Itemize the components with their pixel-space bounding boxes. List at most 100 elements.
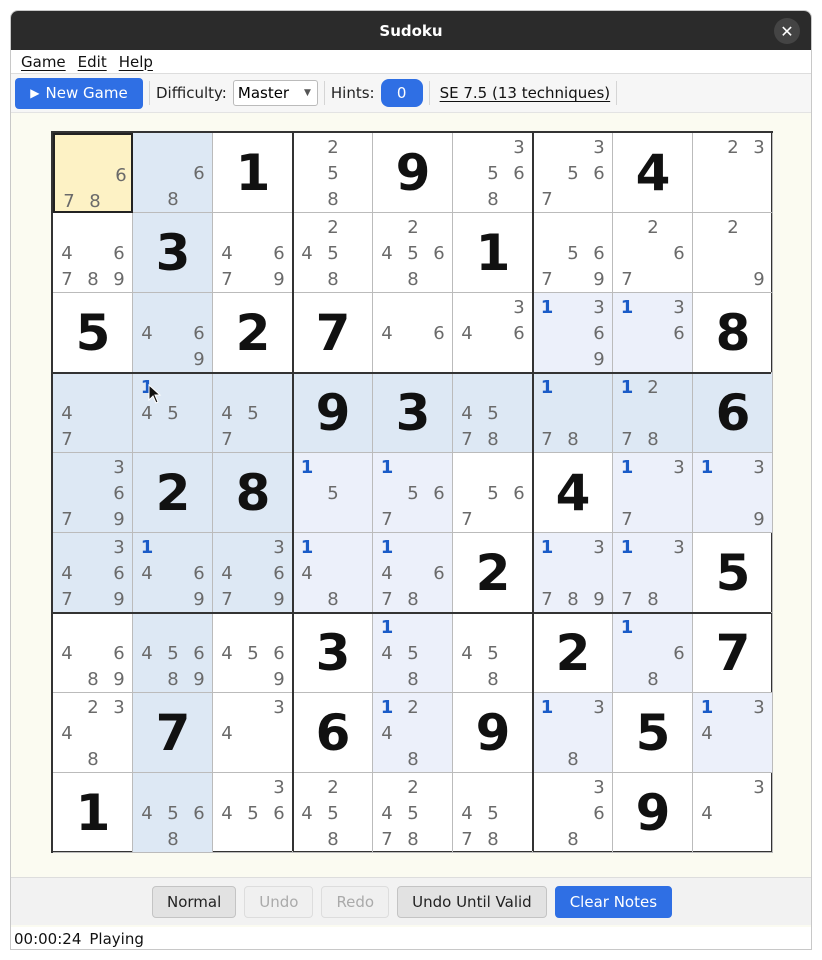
close-button[interactable]: ✕ [774, 18, 800, 44]
cell-r5c3[interactable]: 8 [213, 453, 293, 533]
cell-r2c4[interactable]: 245 8 [293, 213, 373, 293]
cell-r8c8[interactable]: 5 [613, 693, 693, 773]
cell-r1c4[interactable]: 2 5 8 [293, 133, 373, 213]
se-rating-link[interactable]: SE 7.5 (13 techniques) [440, 84, 611, 102]
cell-r9c5[interactable]: 24578 [373, 773, 453, 853]
cell-r4c9[interactable]: 6 [693, 373, 773, 453]
cell-r8c2[interactable]: 7 [133, 693, 213, 773]
undo-until-valid-button[interactable]: Undo Until Valid [397, 885, 547, 918]
menu-game[interactable]: Game [21, 53, 66, 71]
cell-r1c7[interactable]: 356 7 [533, 133, 613, 213]
cell-r4c3[interactable]: 457 [213, 373, 293, 453]
cell-r3c4[interactable]: 7 [293, 293, 373, 373]
undo-button[interactable]: Undo [244, 885, 314, 918]
cell-r6c9[interactable]: 5 [693, 533, 773, 613]
cell-r4c5[interactable]: 3 [373, 373, 453, 453]
difficulty-select[interactable]: Master ▼ [232, 80, 318, 106]
cell-r7c3[interactable]: 456 9 [213, 613, 293, 693]
cell-r7c5[interactable]: 1 45 8 [373, 613, 453, 693]
cell-r4c1[interactable]: 47 [53, 373, 133, 453]
cell-r9c3[interactable]: 3 456 [213, 773, 293, 853]
cell-r7c6[interactable]: 45 8 [453, 613, 533, 693]
cell-r2c7[interactable]: 56 7 9 [533, 213, 613, 293]
cell-r5c9[interactable]: 1 3 9 [693, 453, 773, 533]
cell-r5c1[interactable]: 3 6 7 9 [53, 453, 133, 533]
pencil-note: 7 [221, 588, 233, 610]
menu-edit[interactable]: Edit [78, 53, 107, 71]
cell-r3c6[interactable]: 3 4 6 [453, 293, 533, 373]
normal-mode-button[interactable]: Normal [151, 885, 237, 918]
pencil-note: 4 [461, 322, 473, 344]
cell-r4c7[interactable]: 1 78 [533, 373, 613, 453]
cell-r7c7[interactable]: 2 [533, 613, 613, 693]
cell-r9c1[interactable]: 1 [53, 773, 133, 853]
cell-r5c7[interactable]: 4 [533, 453, 613, 533]
redo-button[interactable]: Redo [321, 885, 390, 918]
cell-r9c9[interactable]: 34 [693, 773, 773, 853]
hints-button[interactable]: 0 [380, 79, 423, 107]
cell-r7c2[interactable]: 45689 [133, 613, 213, 693]
cell-r8c1[interactable]: 23 48 [53, 693, 133, 773]
cell-r2c2[interactable]: 3 [133, 213, 213, 293]
cell-r5c8[interactable]: 1 3 7 [613, 453, 693, 533]
cell-r7c8[interactable]: 1 68 [613, 613, 693, 693]
cell-r7c4[interactable]: 3 [293, 613, 373, 693]
cell-r8c4[interactable]: 6 [293, 693, 373, 773]
cell-r1c1[interactable]: 6 78 [53, 133, 133, 213]
cell-r2c5[interactable]: 24568 [373, 213, 453, 293]
cell-r4c6[interactable]: 4578 [453, 373, 533, 453]
cell-r4c2[interactable]: 145 [133, 373, 213, 453]
cell-r1c2[interactable]: 68 [133, 133, 213, 213]
cell-r3c8[interactable]: 1 3 6 [613, 293, 693, 373]
cell-value: 6 [315, 704, 351, 762]
cell-r3c5[interactable]: 46 [373, 293, 453, 373]
cell-r2c1[interactable]: 4 6 789 [53, 213, 133, 293]
cell-r1c9[interactable]: 23 [693, 133, 773, 213]
cell-r9c7[interactable]: 3 68 [533, 773, 613, 853]
cell-r6c3[interactable]: 3 4 6 7 9 [213, 533, 293, 613]
cell-r9c8[interactable]: 9 [613, 773, 693, 853]
cell-r6c8[interactable]: 1 3 78 [613, 533, 693, 613]
cell-r8c7[interactable]: 1 3 8 [533, 693, 613, 773]
cell-r3c9[interactable]: 8 [693, 293, 773, 373]
cell-r9c4[interactable]: 245 8 [293, 773, 373, 853]
cell-r5c5[interactable]: 1567 [373, 453, 453, 533]
clear-notes-button[interactable]: Clear Notes [554, 885, 673, 918]
menu-help[interactable]: Help [119, 53, 153, 71]
cell-r5c6[interactable]: 56 7 [453, 453, 533, 533]
cell-r3c7[interactable]: 1 3 6 9 [533, 293, 613, 373]
new-game-button[interactable]: ▶ New Game [15, 77, 143, 109]
cell-r2c3[interactable]: 4 6 7 9 [213, 213, 293, 293]
cell-r8c6[interactable]: 9 [453, 693, 533, 773]
cell-r3c1[interactable]: 5 [53, 293, 133, 373]
cell-r7c9[interactable]: 7 [693, 613, 773, 693]
cell-r4c4[interactable]: 9 [293, 373, 373, 453]
cell-r1c6[interactable]: 3568 [453, 133, 533, 213]
cell-r1c3[interactable]: 1 [213, 133, 293, 213]
cell-r5c4[interactable]: 15 [293, 453, 373, 533]
cell-r6c5[interactable]: 1 4 6 78 [373, 533, 453, 613]
pencil-note: 8 [327, 268, 339, 290]
cell-r8c9[interactable]: 1 3 4 [693, 693, 773, 773]
cell-r2c6[interactable]: 1 [453, 213, 533, 293]
cell-r6c2[interactable]: 1 4 6 9 [133, 533, 213, 613]
cell-r6c6[interactable]: 2 [453, 533, 533, 613]
cell-r1c5[interactable]: 9 [373, 133, 453, 213]
cell-r5c2[interactable]: 2 [133, 453, 213, 533]
cell-r6c4[interactable]: 1 48 [293, 533, 373, 613]
cell-r1c8[interactable]: 4 [613, 133, 693, 213]
pencil-note: 5 [327, 482, 339, 504]
cell-r2c8[interactable]: 26 7 [613, 213, 693, 293]
cell-r8c5[interactable]: 1248 [373, 693, 453, 773]
cell-r2c9[interactable]: 29 [693, 213, 773, 293]
cell-r4c8[interactable]: 12 78 [613, 373, 693, 453]
cell-r3c2[interactable]: 4 6 9 [133, 293, 213, 373]
cell-r8c3[interactable]: 34 [213, 693, 293, 773]
cell-r7c1[interactable]: 4 689 [53, 613, 133, 693]
cell-r6c7[interactable]: 1 3 789 [533, 533, 613, 613]
cell-r9c2[interactable]: 4568 [133, 773, 213, 853]
cell-r3c3[interactable]: 2 [213, 293, 293, 373]
cell-r6c1[interactable]: 3 4 6 7 9 [53, 533, 133, 613]
pencil-note: 8 [89, 190, 101, 212]
cell-r9c6[interactable]: 4578 [453, 773, 533, 853]
